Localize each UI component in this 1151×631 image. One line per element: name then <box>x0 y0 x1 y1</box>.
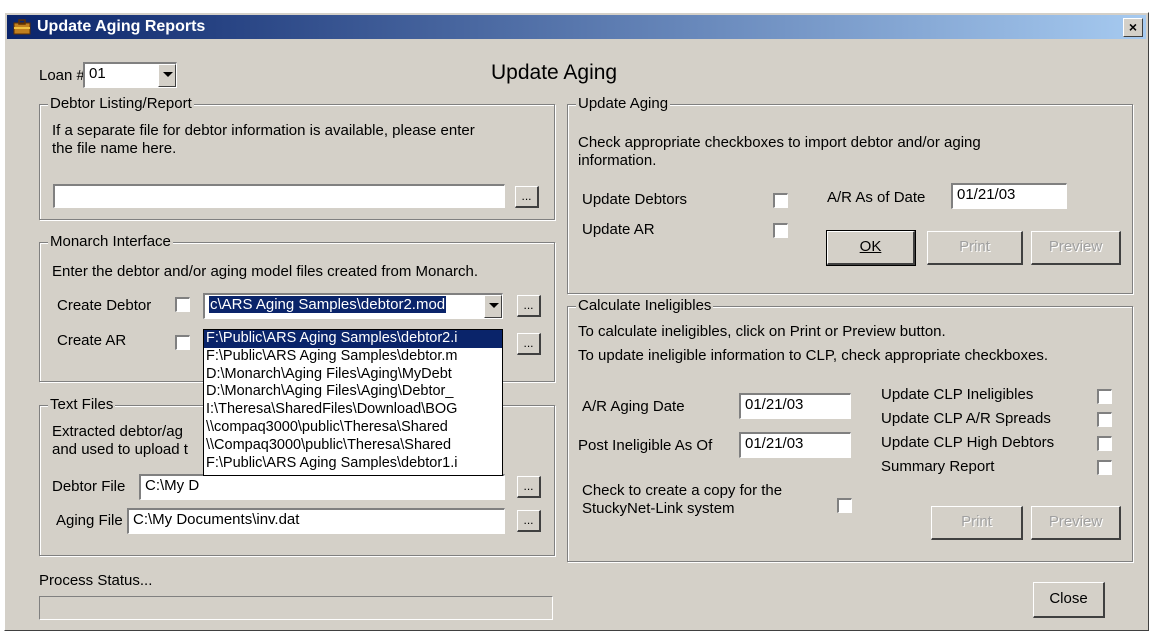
aging-file-label: Aging File <box>56 512 123 529</box>
window-title: Update Aging Reports <box>37 18 206 35</box>
calc-desc-1: To calculate ineligibles, click on Print… <box>578 323 946 340</box>
update-debtors-checkbox[interactable] <box>773 193 788 208</box>
debtor-file-browse-button[interactable]: ... <box>517 476 541 498</box>
stuckynet-copy-checkbox[interactable] <box>837 498 852 513</box>
loan-select-value: 01 <box>89 65 106 82</box>
aging-file-browse-button[interactable]: ... <box>517 510 541 532</box>
process-status-label: Process Status... <box>39 572 153 589</box>
post-ineligible-input[interactable]: 01/21/03 <box>739 432 851 458</box>
update-ar-checkbox[interactable] <box>773 223 788 238</box>
list-item[interactable]: D:\Monarch\Aging Files\Aging\Debtor_ <box>204 383 502 401</box>
create-ar-label: Create AR <box>57 332 127 349</box>
update-clp-ineligibles-label: Update CLP Ineligibles <box>881 386 1034 403</box>
aging-file-input[interactable]: C:\My Documents\inv.dat <box>127 508 505 534</box>
update-clp-high-debtors-label: Update CLP High Debtors <box>881 434 1055 451</box>
loan-select[interactable]: 01 <box>83 62 177 88</box>
debtor-listing-file-input[interactable] <box>53 184 505 208</box>
calc-desc-2: To update ineligible information to CLP,… <box>578 347 1049 364</box>
create-debtor-checkbox[interactable] <box>175 297 190 312</box>
list-item[interactable]: F:\Public\ARS Aging Samples\debtor.m <box>204 348 502 366</box>
update-aging-print-button[interactable]: Print <box>927 231 1023 265</box>
update-debtors-label: Update Debtors <box>582 191 688 208</box>
ar-model-browse-button[interactable]: ... <box>517 333 541 355</box>
update-ar-label: Update AR <box>582 221 655 238</box>
briefcase-icon <box>13 19 31 35</box>
list-item[interactable]: I:\Theresa\SharedFiles\Download\BOG <box>204 401 502 419</box>
update-clp-ineligibles-checkbox[interactable] <box>1097 389 1112 404</box>
ar-aging-date-input[interactable]: 01/21/03 <box>739 393 851 419</box>
page-title: Update Aging <box>491 61 618 84</box>
window-close-button[interactable]: × <box>1123 18 1143 37</box>
text-files-desc-1: Extracted debtor/ag <box>52 423 183 440</box>
ar-aging-date-label: A/R Aging Date <box>582 398 685 415</box>
create-ar-checkbox[interactable] <box>175 335 190 350</box>
text-files-title: Text Files <box>48 396 116 413</box>
debtor-model-select[interactable]: c\ARS Aging Samples\debtor2.mod <box>203 293 503 319</box>
calc-preview-button[interactable]: Preview <box>1031 506 1121 540</box>
debtor-listing-browse-button[interactable]: ... <box>515 186 539 208</box>
ok-button[interactable]: OK <box>826 230 916 266</box>
debtor-model-dropdown-list[interactable]: F:\Public\ARS Aging Samples\debtor2.i F:… <box>203 329 503 476</box>
debtor-model-value: c\ARS Aging Samples\debtor2.mod <box>209 296 447 313</box>
title-bar: Update Aging Reports × <box>7 15 1146 39</box>
update-aging-desc-2: information. <box>578 152 657 169</box>
ar-as-of-date-input[interactable]: 01/21/03 <box>951 183 1067 209</box>
list-item[interactable]: \\compaq3000\public\Theresa\Shared <box>204 419 502 437</box>
debtor-listing-desc-1: If a separate file for debtor informatio… <box>52 122 475 139</box>
monarch-desc: Enter the debtor and/or aging model file… <box>52 263 479 280</box>
copy-desc-2: StuckyNet-Link system <box>582 500 735 517</box>
debtor-file-input[interactable]: C:\My D <box>139 474 505 500</box>
post-ineligible-label: Post Ineligible As Of <box>578 437 713 454</box>
summary-report-label: Summary Report <box>881 458 995 475</box>
debtor-listing-title: Debtor Listing/Report <box>48 95 194 112</box>
update-aging-title: Update Aging <box>576 95 671 112</box>
update-aging-reports-window: Update Aging Reports × Loan # 01 Update … <box>4 12 1149 631</box>
debtor-listing-desc-2: the file name here. <box>52 140 177 157</box>
debtor-file-label: Debtor File <box>52 478 126 495</box>
update-aging-desc-1: Check appropriate checkboxes to import d… <box>578 134 981 151</box>
ar-as-of-date-label: A/R As of Date <box>827 189 926 206</box>
create-debtor-label: Create Debtor <box>57 297 152 314</box>
update-clp-ar-spreads-label: Update CLP A/R Spreads <box>881 410 1051 427</box>
update-clp-high-debtors-checkbox[interactable] <box>1097 436 1112 451</box>
calc-print-button[interactable]: Print <box>931 506 1023 540</box>
process-status-bar <box>39 596 553 620</box>
loan-label: Loan # <box>39 67 85 84</box>
list-item[interactable]: D:\Monarch\Aging Files\Aging\MyDebt <box>204 366 502 384</box>
update-aging-preview-button[interactable]: Preview <box>1031 231 1121 265</box>
monarch-title: Monarch Interface <box>48 233 173 250</box>
debtor-model-browse-button[interactable]: ... <box>517 295 541 317</box>
calculate-ineligibles-title: Calculate Ineligibles <box>576 297 714 314</box>
list-item[interactable]: \\Compaq3000\public\Theresa\Shared <box>204 437 502 455</box>
summary-report-checkbox[interactable] <box>1097 460 1112 475</box>
copy-desc-1: Check to create a copy for the <box>582 482 783 499</box>
update-clp-ar-spreads-checkbox[interactable] <box>1097 412 1112 427</box>
chevron-down-icon[interactable] <box>484 295 502 318</box>
list-item[interactable]: F:\Public\ARS Aging Samples\debtor2.i <box>204 330 502 348</box>
list-item[interactable]: F:\Public\ARS Aging Samples\debtor1.i <box>204 455 502 473</box>
chevron-down-icon[interactable] <box>158 64 176 87</box>
close-button[interactable]: Close <box>1033 582 1105 618</box>
text-files-desc-2: and used to upload t <box>52 441 188 458</box>
